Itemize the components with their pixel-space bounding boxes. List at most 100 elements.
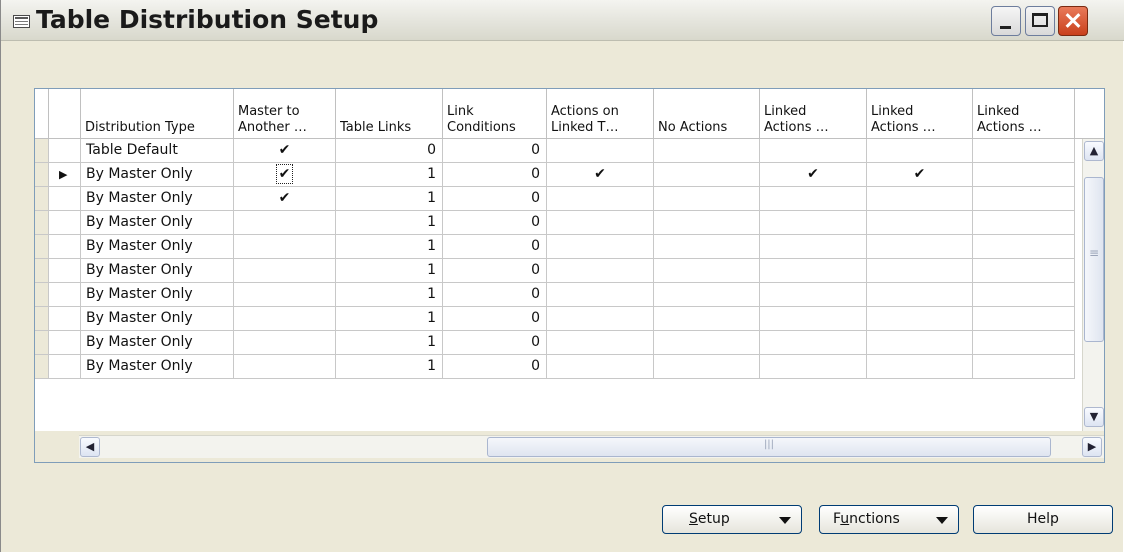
column-header-no-actions[interactable]: No Actions bbox=[654, 89, 760, 139]
cell-master-to-another[interactable] bbox=[234, 235, 336, 259]
cell-linked-actions-1[interactable] bbox=[760, 139, 867, 163]
cell-linked-actions-3[interactable] bbox=[973, 163, 1075, 187]
row-selector[interactable] bbox=[35, 307, 49, 331]
cell-distribution-type[interactable]: By Master Only bbox=[81, 283, 234, 307]
table-row[interactable]: ▶ By Master Only ✔ 1 0 ✔ ✔ ✔ bbox=[35, 163, 1075, 187]
cell-actions-on-linked[interactable] bbox=[547, 331, 654, 355]
cell-actions-on-linked[interactable] bbox=[547, 211, 654, 235]
cell-master-to-another[interactable]: ✔ bbox=[234, 139, 336, 163]
scroll-down-button[interactable]: ▼ bbox=[1084, 407, 1104, 427]
cell-no-actions[interactable] bbox=[654, 259, 760, 283]
cell-table-links[interactable]: 1 bbox=[336, 355, 443, 379]
cell-master-to-another[interactable]: ✔ bbox=[234, 187, 336, 211]
cell-no-actions[interactable] bbox=[654, 331, 760, 355]
maximize-button[interactable] bbox=[1025, 6, 1055, 36]
cell-linked-actions-2[interactable] bbox=[867, 187, 973, 211]
cell-link-conditions[interactable]: 0 bbox=[443, 187, 547, 211]
cell-distribution-type[interactable]: By Master Only bbox=[81, 355, 234, 379]
column-header-link-conditions[interactable]: Link Conditions bbox=[443, 89, 547, 139]
cell-actions-on-linked[interactable] bbox=[547, 307, 654, 331]
cell-actions-on-linked[interactable] bbox=[547, 187, 654, 211]
cell-no-actions[interactable] bbox=[654, 187, 760, 211]
row-selector[interactable] bbox=[35, 355, 49, 379]
table-row[interactable]: By Master Only 1 0 bbox=[35, 259, 1075, 283]
row-selector[interactable] bbox=[35, 163, 49, 187]
cell-no-actions[interactable] bbox=[654, 235, 760, 259]
cell-table-links[interactable]: 1 bbox=[336, 235, 443, 259]
column-header-linked-actions-1[interactable]: Linked Actions … bbox=[760, 89, 867, 139]
table-row[interactable]: By Master Only 1 0 bbox=[35, 283, 1075, 307]
cell-linked-actions-1[interactable] bbox=[760, 187, 867, 211]
column-header-distribution-type[interactable]: Distribution Type bbox=[81, 89, 234, 139]
vertical-scrollbar[interactable]: ▲ ▼ bbox=[1082, 139, 1104, 431]
cell-actions-on-linked[interactable] bbox=[547, 139, 654, 163]
column-header-actions-on-linked[interactable]: Actions on Linked T… bbox=[547, 89, 654, 139]
column-header-table-links[interactable]: Table Links bbox=[336, 89, 443, 139]
scroll-left-button[interactable]: ◀ bbox=[80, 437, 100, 457]
table-row[interactable]: By Master Only 1 0 bbox=[35, 307, 1075, 331]
cell-linked-actions-3[interactable] bbox=[973, 139, 1075, 163]
cell-linked-actions-2[interactable] bbox=[867, 139, 973, 163]
cell-linked-actions-1[interactable] bbox=[760, 259, 867, 283]
cell-master-to-another[interactable] bbox=[234, 331, 336, 355]
title-bar[interactable]: Table Distribution Setup bbox=[1, 0, 1124, 41]
cell-linked-actions-2[interactable] bbox=[867, 283, 973, 307]
scroll-right-button[interactable]: ▶ bbox=[1082, 437, 1102, 457]
row-selector[interactable] bbox=[35, 139, 49, 163]
cell-no-actions[interactable] bbox=[654, 211, 760, 235]
row-selector[interactable] bbox=[35, 211, 49, 235]
cell-table-links[interactable]: 1 bbox=[336, 283, 443, 307]
cell-master-to-another[interactable] bbox=[234, 307, 336, 331]
cell-no-actions[interactable] bbox=[654, 283, 760, 307]
cell-master-to-another[interactable] bbox=[234, 355, 336, 379]
cell-linked-actions-2[interactable] bbox=[867, 259, 973, 283]
cell-table-links[interactable]: 1 bbox=[336, 259, 443, 283]
column-header-linked-actions-3[interactable]: Linked Actions … bbox=[973, 89, 1075, 139]
cell-table-links[interactable]: 1 bbox=[336, 187, 443, 211]
cell-linked-actions-2[interactable]: ✔ bbox=[867, 163, 973, 187]
cell-table-links[interactable]: 1 bbox=[336, 211, 443, 235]
cell-linked-actions-3[interactable] bbox=[973, 307, 1075, 331]
cell-actions-on-linked[interactable] bbox=[547, 355, 654, 379]
table-row[interactable]: By Master Only 1 0 bbox=[35, 211, 1075, 235]
cell-linked-actions-1[interactable] bbox=[760, 355, 867, 379]
cell-master-to-another[interactable] bbox=[234, 211, 336, 235]
help-button[interactable]: Help bbox=[973, 505, 1113, 534]
cell-actions-on-linked[interactable] bbox=[547, 235, 654, 259]
cell-no-actions[interactable] bbox=[654, 139, 760, 163]
cell-distribution-type[interactable]: By Master Only bbox=[81, 259, 234, 283]
cell-actions-on-linked[interactable] bbox=[547, 259, 654, 283]
cell-table-links[interactable]: 1 bbox=[336, 163, 443, 187]
cell-linked-actions-3[interactable] bbox=[973, 259, 1075, 283]
cell-link-conditions[interactable]: 0 bbox=[443, 211, 547, 235]
cell-distribution-type[interactable]: By Master Only bbox=[81, 211, 234, 235]
row-selector[interactable] bbox=[35, 187, 49, 211]
cell-linked-actions-2[interactable] bbox=[867, 355, 973, 379]
cell-linked-actions-2[interactable] bbox=[867, 235, 973, 259]
scroll-up-button[interactable]: ▲ bbox=[1084, 141, 1104, 161]
cell-distribution-type[interactable]: By Master Only bbox=[81, 331, 234, 355]
table-row[interactable]: By Master Only 1 0 bbox=[35, 355, 1075, 379]
cell-linked-actions-3[interactable] bbox=[973, 211, 1075, 235]
cell-link-conditions[interactable]: 0 bbox=[443, 235, 547, 259]
row-selector[interactable] bbox=[35, 283, 49, 307]
close-button[interactable] bbox=[1058, 6, 1088, 36]
cell-distribution-type[interactable]: By Master Only bbox=[81, 187, 234, 211]
cell-distribution-type[interactable]: Table Default bbox=[81, 139, 234, 163]
cell-linked-actions-2[interactable] bbox=[867, 211, 973, 235]
cell-master-to-another[interactable] bbox=[234, 259, 336, 283]
table-row[interactable]: By Master Only 1 0 bbox=[35, 331, 1075, 355]
cell-no-actions[interactable] bbox=[654, 307, 760, 331]
cell-linked-actions-1[interactable] bbox=[760, 331, 867, 355]
table-row[interactable]: By Master Only ✔ 1 0 bbox=[35, 187, 1075, 211]
cell-no-actions[interactable] bbox=[654, 355, 760, 379]
cell-master-to-another[interactable]: ✔ bbox=[234, 163, 336, 187]
functions-menu-button[interactable]: Functions bbox=[819, 505, 959, 534]
table-row[interactable]: By Master Only 1 0 bbox=[35, 235, 1075, 259]
column-header-master-to-another[interactable]: Master to Another … bbox=[234, 89, 336, 139]
cell-table-links[interactable]: 1 bbox=[336, 331, 443, 355]
horizontal-scroll-thumb[interactable] bbox=[487, 437, 1051, 457]
cell-distribution-type[interactable]: By Master Only bbox=[81, 235, 234, 259]
cell-linked-actions-1[interactable] bbox=[760, 283, 867, 307]
cell-table-links[interactable]: 1 bbox=[336, 307, 443, 331]
